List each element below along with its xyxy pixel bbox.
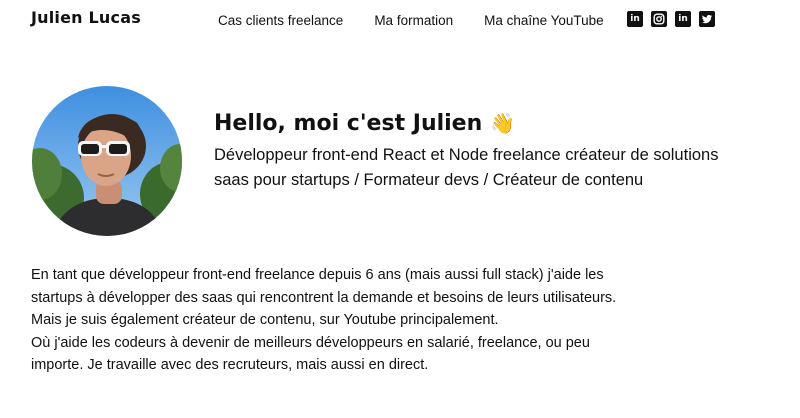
page-title: Hello, moi c'est Julien 👋 bbox=[214, 111, 515, 136]
bio-line: startups à développer des saas qui renco… bbox=[31, 289, 617, 306]
brand-logo-link[interactable]: Julien Lucas bbox=[31, 8, 141, 27]
nav-link-cas-clients[interactable]: Cas clients freelance bbox=[218, 13, 343, 28]
linkedin-icon[interactable]: in bbox=[627, 11, 643, 27]
social-links: in in bbox=[627, 11, 715, 27]
nav-link-formation[interactable]: Ma formation bbox=[374, 13, 453, 28]
title-text: Hello, moi c'est Julien bbox=[214, 111, 483, 136]
waving-hand-emoji: 👋 bbox=[489, 111, 515, 135]
intro-subtitle: Développeur front-end React et Node free… bbox=[214, 146, 719, 189]
bio-line: En tant que développeur front-end freela… bbox=[31, 267, 604, 283]
main-nav: Cas clients freelance Ma formation Ma ch… bbox=[218, 13, 604, 28]
bio-paragraph: En tant que développeur front-end freela… bbox=[31, 264, 731, 377]
avatar bbox=[32, 86, 182, 236]
bio-line: Où j'aide les codeurs à devenir de meill… bbox=[31, 334, 590, 351]
twitter-icon[interactable] bbox=[699, 11, 715, 27]
bio-line: Mais je suis également créateur de conte… bbox=[31, 312, 499, 328]
nav-link-youtube[interactable]: Ma chaîne YouTube bbox=[484, 13, 604, 28]
site-header: Julien Lucas Cas clients freelance Ma fo… bbox=[0, 0, 800, 40]
bio-line: importe. Je travaille avec des recruteur… bbox=[31, 357, 429, 373]
instagram-icon[interactable] bbox=[651, 11, 667, 27]
linkedin-icon[interactable]: in bbox=[675, 11, 691, 27]
